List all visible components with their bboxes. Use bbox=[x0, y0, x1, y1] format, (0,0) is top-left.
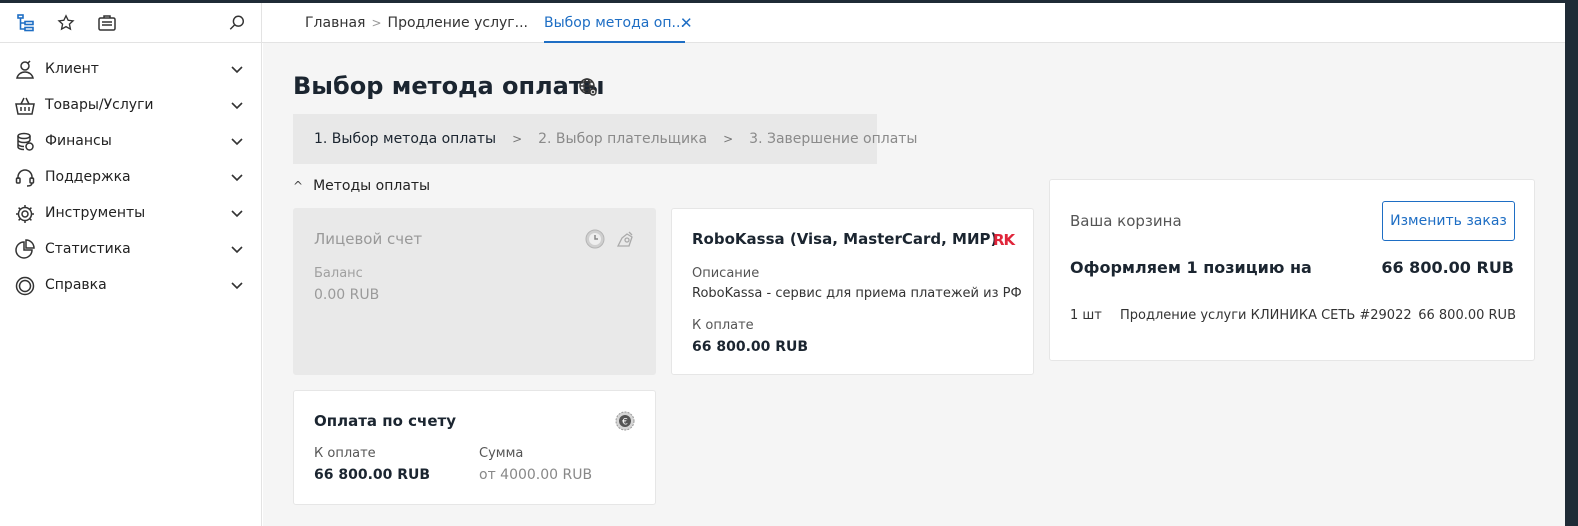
description-label: Описание bbox=[692, 266, 760, 281]
star-icon[interactable] bbox=[55, 12, 77, 34]
svg-text:€: € bbox=[622, 418, 628, 428]
pay-amount-value: 66 800.00 RUB bbox=[692, 339, 809, 355]
sidebar-item-tools[interactable]: Инструменты bbox=[0, 195, 262, 231]
method-title: Лицевой счет bbox=[314, 230, 423, 248]
chevron-up-icon: ^ bbox=[293, 179, 304, 193]
method-card-robokassa[interactable]: RoboKassa (Visa, MasterCard, МИР) RK Опи… bbox=[671, 208, 1034, 375]
chevron-down-icon bbox=[231, 282, 243, 290]
chevron-right-icon: > bbox=[371, 16, 382, 30]
balance-value: 0.00 RUB bbox=[314, 287, 380, 303]
description-text: RoboKassa - сервис для приема платежей и… bbox=[692, 286, 1022, 301]
payment-steps: 1. Выбор метода оплаты > 2. Выбор плател… bbox=[293, 114, 917, 164]
search-icon[interactable] bbox=[226, 12, 248, 34]
cart-item-price: 66 800.00 RUB bbox=[1418, 308, 1516, 323]
step-3: 3. Завершение оплаты bbox=[749, 131, 918, 147]
close-icon[interactable]: ✕ bbox=[680, 14, 693, 32]
sidebar: Клиент Товары/Услуги Финансы Поддержка И… bbox=[0, 43, 262, 526]
breadcrumb-home[interactable]: Главная bbox=[305, 15, 365, 31]
sidebar-item-label: Справка bbox=[45, 277, 107, 293]
main-content: Выбор метода оплаты 1. Выбор метода опла… bbox=[263, 43, 1565, 526]
sidebar-item-client[interactable]: Клиент bbox=[0, 51, 262, 87]
euro-coin-icon: € bbox=[615, 411, 635, 431]
basket-icon bbox=[15, 97, 35, 115]
balance-label: Баланс bbox=[314, 266, 363, 281]
chevron-right-icon: > bbox=[723, 132, 734, 146]
cart-title: Ваша корзина bbox=[1070, 212, 1182, 230]
pay-amount-label: К оплате bbox=[314, 446, 376, 461]
page-title: Выбор метода оплаты bbox=[293, 72, 605, 100]
sidebar-item-help[interactable]: Справка bbox=[0, 267, 262, 303]
sidebar-item-label: Статистика bbox=[45, 241, 131, 257]
chevron-down-icon bbox=[231, 102, 243, 110]
sum-value: от 4000.00 RUB bbox=[479, 467, 593, 483]
cart-item-qty: 1 шт bbox=[1070, 308, 1102, 323]
cart-panel: Ваша корзина Изменить заказ Оформляем 1 … bbox=[1049, 179, 1535, 361]
sidebar-item-statistics[interactable]: Статистика bbox=[0, 231, 262, 267]
pay-amount-value: 66 800.00 RUB bbox=[314, 467, 431, 483]
briefcase-icon[interactable] bbox=[96, 12, 118, 34]
sidebar-item-label: Финансы bbox=[45, 133, 112, 149]
robokassa-logo: RK bbox=[993, 231, 1015, 249]
breadcrumb-renewal[interactable]: Продление услуг... bbox=[388, 15, 528, 31]
lifebuoy-icon bbox=[15, 276, 35, 296]
method-card-invoice[interactable]: Оплата по счету € К оплате 66 800.00 RUB… bbox=[293, 390, 656, 505]
globe-icon[interactable] bbox=[578, 77, 598, 97]
sidebar-item-support[interactable]: Поддержка bbox=[0, 159, 262, 195]
sidebar-item-label: Поддержка bbox=[45, 169, 131, 185]
chevron-down-icon bbox=[231, 138, 243, 146]
cart-item-name: Продление услуги КЛИНИКА СЕТЬ #29022 bbox=[1120, 308, 1412, 323]
structure-icon[interactable] bbox=[15, 12, 37, 34]
sidebar-item-products[interactable]: Товары/Услуги bbox=[0, 87, 262, 123]
method-title: Оплата по счету bbox=[314, 412, 456, 430]
breadcrumb: Главная > Продление услуг... bbox=[305, 15, 528, 31]
section-title: Методы оплаты bbox=[313, 178, 431, 194]
sidebar-item-label: Товары/Услуги bbox=[45, 97, 154, 113]
sidebar-item-label: Инструменты bbox=[45, 205, 146, 221]
top-icon-group bbox=[0, 3, 262, 43]
chevron-down-icon bbox=[231, 174, 243, 182]
pie-chart-icon bbox=[15, 239, 35, 259]
tab-payment-method[interactable]: Выбор метода оп... bbox=[544, 3, 685, 43]
coins-icon bbox=[17, 132, 34, 151]
window-edge bbox=[1565, 0, 1578, 526]
user-icon bbox=[16, 60, 34, 79]
step-2: 2. Выбор плательщика bbox=[538, 131, 708, 147]
chevron-down-icon bbox=[231, 246, 243, 254]
app-window: Главная > Продление услуг... Выбор метод… bbox=[0, 0, 1565, 526]
cart-summary-value: 66 800.00 RUB bbox=[1381, 258, 1514, 277]
change-order-button[interactable]: Изменить заказ bbox=[1382, 201, 1515, 241]
methods-section-toggle[interactable]: ^ Методы оплаты bbox=[293, 178, 430, 194]
headset-icon bbox=[15, 169, 35, 187]
method-card-personal-account: Лицевой счет Баланс 0.00 RUB bbox=[293, 208, 656, 375]
method-title: RoboKassa (Visa, MasterCard, МИР) bbox=[692, 230, 998, 248]
cart-summary-label: Оформляем 1 позицию на bbox=[1070, 258, 1312, 277]
sidebar-item-label: Клиент bbox=[45, 61, 99, 77]
sidebar-item-finance[interactable]: Финансы bbox=[0, 123, 262, 159]
chevron-right-icon: > bbox=[512, 132, 523, 146]
gear-icon bbox=[16, 205, 34, 223]
pay-amount-label: К оплате bbox=[692, 318, 754, 333]
chevron-down-icon bbox=[231, 66, 243, 74]
sum-label: Сумма bbox=[479, 446, 524, 461]
clock-icon bbox=[585, 229, 605, 249]
chevron-down-icon bbox=[231, 210, 243, 218]
wallet-hand-icon bbox=[616, 231, 633, 247]
step-1: 1. Выбор метода оплаты bbox=[314, 131, 497, 147]
top-bar: Главная > Продление услуг... Выбор метод… bbox=[0, 0, 1565, 43]
